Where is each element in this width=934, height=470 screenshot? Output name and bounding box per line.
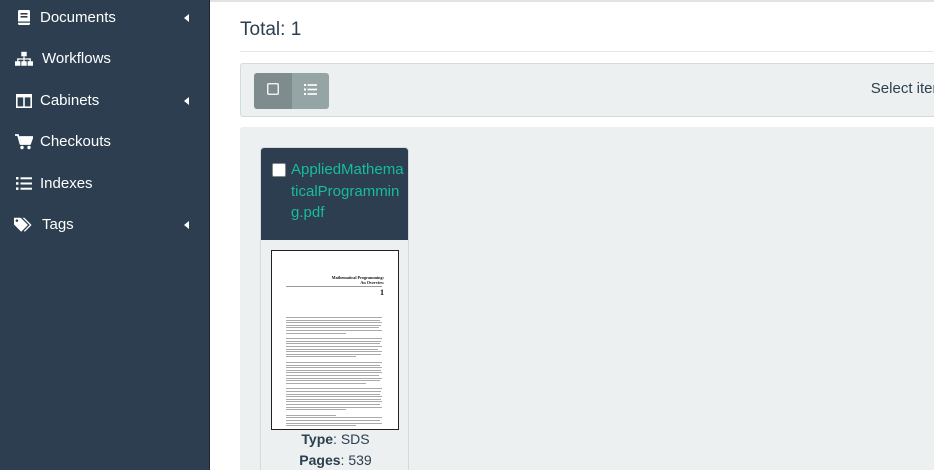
thumbnail-text-line	[286, 332, 346, 334]
sidebar-item-label: Indexes	[40, 175, 93, 192]
sidebar-item-label: Documents	[40, 9, 116, 26]
type-value: SDS	[340, 431, 370, 447]
thumbnail-text-line	[286, 343, 380, 345]
caret-left-icon	[184, 220, 189, 229]
square-icon	[266, 82, 279, 100]
thumbnail-text-line	[286, 398, 381, 400]
sidebar-item-indexes[interactable]: Indexes	[0, 163, 209, 204]
sidebar-item-documents[interactable]: Documents	[0, 0, 209, 38]
thumbnail-text-line	[286, 369, 381, 371]
tags-icon	[14, 216, 32, 234]
thumbnail-text-line	[286, 327, 379, 329]
sidebar-item-tags[interactable]: Tags	[0, 204, 209, 245]
sidebar: Documents Workflows Cabinets Checkouts I…	[0, 0, 210, 470]
pages-label: Pages	[299, 452, 341, 468]
thumbnail-text-line	[286, 406, 382, 408]
thumbnail-text-line	[286, 391, 381, 392]
documents-panel: AppliedMathematicalProgramming.pdf Mathe…	[240, 127, 934, 470]
thumbnail-text-line	[286, 404, 380, 405]
thumbnail-text-line	[286, 388, 382, 390]
thumbnail-text-line	[286, 372, 382, 374]
list-view-button[interactable]	[291, 73, 329, 109]
thumbnail-text-line	[286, 367, 382, 369]
thumbnail-subheading: An Overview	[360, 280, 384, 285]
caret-left-icon	[184, 13, 189, 22]
sidebar-item-label: Checkouts	[40, 133, 111, 150]
thumbnail-text-line	[286, 417, 382, 419]
toolbar: Select item	[240, 63, 934, 117]
document-type: Type: SDS	[301, 431, 370, 447]
thumbnail-text-line	[286, 362, 382, 363]
sidebar-item-label: Workflows	[42, 50, 111, 67]
type-label: Type	[301, 431, 334, 447]
thumbnail-text-line	[286, 322, 382, 324]
pages-value: 539	[348, 452, 372, 468]
main-content: Total: 1 Select item AppliedMathematical…	[210, 0, 934, 470]
thumbnail-text-line	[286, 380, 380, 382]
total-count: Total: 1	[240, 19, 302, 40]
thumbnail-text-line	[286, 409, 346, 411]
list-icon	[15, 175, 33, 193]
select-items-label[interactable]: Select item	[871, 80, 934, 97]
thumbnail-text-line	[286, 377, 382, 379]
thumbnail-text-line	[286, 346, 382, 347]
list-icon	[303, 82, 317, 100]
thumbnail-text-line	[286, 425, 356, 427]
thumbnail-text-line	[286, 319, 380, 321]
thumbnail-text-line	[286, 353, 381, 355]
book-icon	[15, 9, 33, 27]
document-pages: Pages: 539	[299, 452, 372, 468]
thumbnail-text-line	[286, 401, 382, 403]
thumbnail-text-line	[286, 348, 378, 350]
thumbnail-text-line	[286, 340, 381, 342]
columns-icon	[15, 92, 33, 110]
thumbnail-text-line	[286, 330, 382, 331]
thumbnail-text-line	[286, 393, 380, 395]
divider	[286, 286, 382, 287]
sidebar-item-label: Cabinets	[40, 92, 100, 109]
sidebar-item-workflows[interactable]: Workflows	[0, 38, 209, 79]
divider	[210, 0, 934, 2]
shopping-cart-icon	[15, 133, 33, 151]
thumbnail-text-line	[286, 422, 382, 424]
document-card-header: AppliedMathematicalProgramming.pdf	[261, 148, 408, 240]
document-select-checkbox[interactable]	[272, 163, 286, 177]
thumbnail-text-line	[286, 364, 380, 366]
sidebar-item-label: Tags	[42, 216, 74, 233]
document-card[interactable]: AppliedMathematicalProgramming.pdf Mathe…	[260, 147, 409, 470]
thumbnail-text-line	[286, 420, 380, 421]
thumbnail-text-line	[286, 338, 382, 340]
thumbnail-chapter-number: 1	[380, 288, 384, 297]
thumbnail-text-line	[286, 414, 336, 416]
sidebar-item-cabinets[interactable]: Cabinets	[0, 80, 209, 121]
sitemap-icon	[15, 50, 33, 68]
thumbnail-text-line	[286, 396, 382, 398]
view-mode-toggle	[254, 73, 329, 109]
thumbnail-text-line	[286, 356, 356, 358]
divider	[240, 51, 934, 52]
sidebar-item-checkouts[interactable]: Checkouts	[0, 121, 209, 162]
document-thumbnail[interactable]: Mathematical Programming: An Overview 1	[271, 250, 399, 430]
thumbnail-text-line	[286, 317, 382, 318]
thumbnail-text-line	[286, 324, 381, 326]
thumbnail-text-line	[286, 351, 382, 353]
thumbnail-view-button[interactable]	[254, 73, 292, 109]
caret-left-icon	[184, 96, 189, 105]
document-title-link[interactable]: AppliedMathematicalProgramming.pdf	[291, 159, 406, 224]
thumbnail-text-line	[286, 375, 379, 376]
thumbnail-text-line	[286, 382, 366, 384]
